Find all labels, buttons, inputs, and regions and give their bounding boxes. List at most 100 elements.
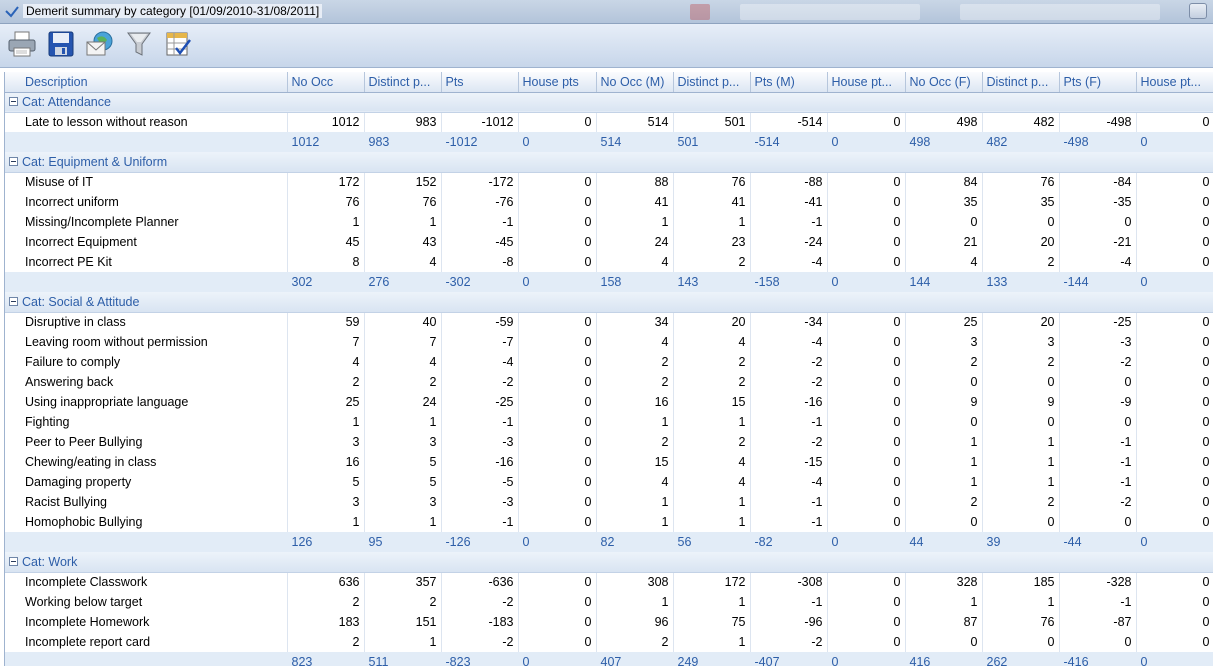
total-no-occ-f: 44: [905, 532, 983, 552]
table-row[interactable]: Homophobic Bullying 1 1 -1 0 1 1 -1 0 0 0 0 0: [5, 512, 1213, 532]
column-header[interactable]: House pt...: [1136, 72, 1213, 93]
cell-house-pts: 0: [518, 452, 597, 472]
save-icon: [47, 30, 75, 61]
total-distinct-p: 983: [364, 132, 442, 152]
cell-pts-m: -96: [750, 612, 828, 632]
cell-pts-m: -15: [750, 452, 828, 472]
cell-pts-f: -498: [1059, 112, 1137, 132]
table-row[interactable]: Misuse of IT 172 152 -172 0 88 76 -88 0 84 76 -84 0: [5, 172, 1213, 192]
table-row[interactable]: Incorrect PE Kit 8 4 -8 0 4 2 -4 0 4 2 -4 0: [5, 252, 1213, 272]
cell-no-occ-m: 4: [596, 332, 674, 352]
column-header[interactable]: No Occ: [287, 72, 365, 93]
cell-house-pts: 0: [518, 372, 597, 392]
window-control-button[interactable]: [1189, 3, 1207, 19]
table-row[interactable]: Peer to Peer Bullying 3 3 -3 0 2 2 -2 0 1 1 -1 0: [5, 432, 1213, 452]
filter-button[interactable]: [123, 29, 155, 61]
cell-no-occ-f: 4: [905, 252, 983, 272]
column-header[interactable]: Pts: [441, 72, 519, 93]
cell-house-pt: 0: [827, 572, 906, 592]
table-row[interactable]: Incomplete Homework 183 151 -183 0 96 75 -96 0 87…: [5, 612, 1213, 632]
table-row[interactable]: Late to lesson without reason 1012 983 -101…: [5, 112, 1213, 132]
column-header[interactable]: Distinct p...: [673, 72, 751, 93]
table-row[interactable]: Failure to comply 4 4 -4 0 2 2 -2 0 2 2 -2 0: [5, 352, 1213, 372]
cell-no-occ: 2: [287, 372, 365, 392]
cell-no-occ-f: 25: [905, 312, 983, 332]
table-row[interactable]: Damaging property 5 5 -5 0 4 4 -4 0 1 1 -1 0: [5, 472, 1213, 492]
cell-no-occ-f: 0: [905, 212, 983, 232]
cell-no-occ-f: 1: [905, 472, 983, 492]
cell-pts-f: -35: [1059, 192, 1137, 212]
row-description: Incomplete Classwork: [5, 572, 288, 592]
table-row[interactable]: Disruptive in class 59 40 -59 0 34 20 -34 0 25 20-…: [5, 312, 1213, 332]
cell-distinct-p: 1: [364, 512, 442, 532]
email-button[interactable]: [84, 29, 116, 61]
category-group-row[interactable]: Cat: Work: [5, 552, 1213, 573]
cell-distinct-p: 0: [982, 412, 1060, 432]
row-description: Failure to comply: [5, 352, 288, 372]
column-header[interactable]: Pts (M): [750, 72, 828, 93]
cell-distinct-p: 76: [364, 192, 442, 212]
cell-no-occ: 8: [287, 252, 365, 272]
demerit-grid[interactable]: Description No Occ Distinct p... Pts House p…: [4, 72, 1213, 666]
table-row[interactable]: Missing/Incomplete Planner 1 1 -1 0 1 1 -1 0 0 0 0 0: [5, 212, 1213, 232]
cell-distinct-p: 152: [364, 172, 442, 192]
total-no-occ: 302: [287, 272, 365, 292]
column-header[interactable]: Distinct p...: [364, 72, 442, 93]
cell-house-pt: 0: [1136, 312, 1213, 332]
column-header[interactable]: No Occ (M): [596, 72, 674, 93]
cell-pts: -1012: [441, 112, 519, 132]
column-header[interactable]: Distinct p...: [982, 72, 1060, 93]
collapse-icon[interactable]: [9, 156, 18, 166]
cell-distinct-p: 185: [982, 572, 1060, 592]
cell-no-occ-f: 3: [905, 332, 983, 352]
cell-no-occ: 1: [287, 512, 365, 532]
column-header[interactable]: Pts (F): [1059, 72, 1137, 93]
cell-house-pt: 0: [1136, 252, 1213, 272]
column-header[interactable]: House pt...: [827, 72, 906, 93]
cell-pts-m: -1: [750, 592, 828, 612]
collapse-icon[interactable]: [9, 556, 18, 566]
print-button[interactable]: [6, 29, 38, 61]
cell-house-pts: 0: [518, 112, 597, 132]
category-group-row[interactable]: Cat: Social & Attitude: [5, 292, 1213, 313]
cell-no-occ-m: 1: [596, 512, 674, 532]
category-group-row[interactable]: Cat: Equipment & Uniform: [5, 152, 1213, 173]
total-house-pts: 0: [518, 132, 597, 152]
column-header[interactable]: House pts: [518, 72, 597, 93]
table-row[interactable]: Working below target 2 2 -2 0 1 1 -1 0 1 1 -1 0: [5, 592, 1213, 612]
total-no-occ-f: 416: [905, 652, 983, 666]
collapse-icon[interactable]: [9, 296, 18, 306]
column-header[interactable]: Description: [5, 72, 288, 93]
cell-no-occ: 5: [287, 472, 365, 492]
total-distinct-p: 95: [364, 532, 442, 552]
table-row[interactable]: Incomplete report card 2 1 -2 0 2 1 -2 0 0 0 0 0: [5, 632, 1213, 652]
cell-pts: -4: [441, 352, 519, 372]
cell-house-pt: 0: [827, 432, 906, 452]
table-row[interactable]: Using inappropriate language 25 24 -25 0 16 15…: [5, 392, 1213, 412]
cell-no-occ-m: 41: [596, 192, 674, 212]
table-row[interactable]: Fighting 1 1 -1 0 1 1 -1 0 0 0 0 0: [5, 412, 1213, 432]
cell-no-occ: 7: [287, 332, 365, 352]
table-row[interactable]: Leaving room without permission 7 7 -7 0 4 4 -4…: [5, 332, 1213, 352]
cell-no-occ-m: 4: [596, 252, 674, 272]
cell-pts-f: 0: [1059, 212, 1137, 232]
collapse-icon[interactable]: [9, 97, 18, 107]
total-pts-m: -158: [750, 272, 828, 292]
table-row[interactable]: Answering back 2 2 -2 0 2 2 -2 0 0 0 0 0: [5, 372, 1213, 392]
table-row[interactable]: Racist Bullying 3 3 -3 0 1 1 -1 0 2 2 -2 0: [5, 492, 1213, 512]
table-row[interactable]: Incorrect uniform 76 76 -76 0 41 41 -41 0 35 35 -35…: [5, 192, 1213, 212]
table-row[interactable]: Incomplete Classwork 636 357 -636 0 308 172 -30…: [5, 572, 1213, 592]
cell-no-occ-m: 96: [596, 612, 674, 632]
cell-distinct-p: 1: [673, 592, 751, 612]
cell-house-pts: 0: [518, 432, 597, 452]
column-header[interactable]: No Occ (F): [905, 72, 983, 93]
table-row[interactable]: Chewing/eating in class 16 5 -16 0 15 4 -15 0 1 1-…: [5, 452, 1213, 472]
cell-pts: -5: [441, 472, 519, 492]
save-button[interactable]: [45, 29, 77, 61]
cell-no-occ: 2: [287, 592, 365, 612]
category-group-row[interactable]: Cat: Attendance: [5, 92, 1213, 113]
cell-no-occ: 636: [287, 572, 365, 592]
table-row[interactable]: Incorrect Equipment 45 43 -45 0 24 23 -24 0 21 20-…: [5, 232, 1213, 252]
cell-no-occ-f: 1: [905, 432, 983, 452]
column-chooser-button[interactable]: [162, 29, 194, 61]
